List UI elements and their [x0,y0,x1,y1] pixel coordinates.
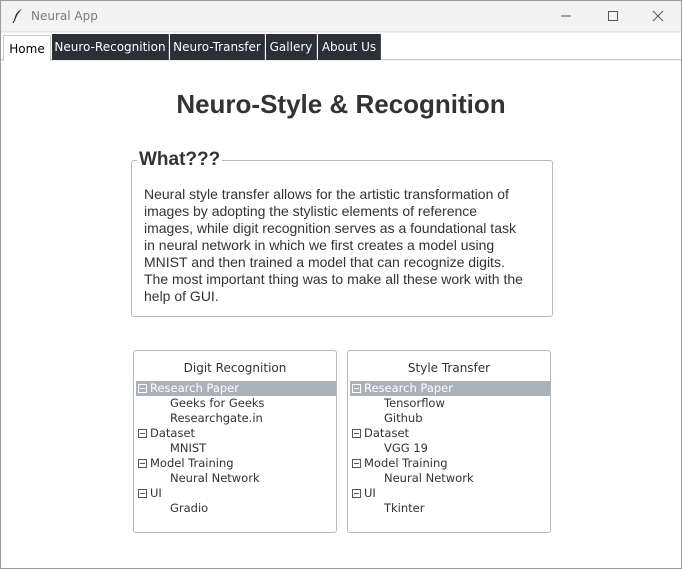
description-line: MNIST and then trained a model that can … [144,254,505,270]
collapse-icon[interactable] [138,459,147,468]
page-title: Neuro-Style & Recognition [176,89,506,119]
tree-leaf[interactable]: Researchgate.in [136,411,336,426]
description-line: Neural style transfer allows for the art… [144,186,509,202]
tree-node-label: Research Paper [150,381,239,395]
tree-node-dataset[interactable]: Dataset [136,426,336,441]
description-line: help of GUI. [144,288,219,304]
collapse-icon[interactable] [352,489,361,498]
description-line: in neural network in which we first crea… [144,237,495,253]
tree-leaf-label: Geeks for Geeks [170,396,265,410]
tree-node-dataset[interactable]: Dataset [350,426,550,441]
style-panel-title: Style Transfer [407,361,491,375]
tree-node-research-paper[interactable]: Research Paper [136,381,336,396]
feather-icon [11,8,25,24]
tree-node-model-training[interactable]: Model Training [136,456,336,471]
home-page: Neuro-Style & Recognition What??? Neural… [1,61,681,568]
tab-home[interactable]: Home [3,35,51,61]
tree-leaf-label: Neural Network [170,471,260,485]
tab-bar: Home Neuro-Recognition Neuro-Transfer Ga… [1,33,681,61]
tree-node-label: Research Paper [364,381,453,395]
what-heading: What??? [137,149,223,171]
style-tree[interactable]: Research Paper Tensorflow Github Dataset… [350,381,550,516]
close-icon [652,10,664,22]
tree-node-model-training[interactable]: Model Training [350,456,550,471]
tab-about-us[interactable]: About Us [318,34,381,60]
tab-neuro-transfer[interactable]: Neuro-Transfer [170,34,265,60]
tree-leaf[interactable]: Geeks for Geeks [136,396,336,411]
tree-leaf-label: Neural Network [384,471,474,485]
tree-leaf-label: Tkinter [384,501,425,515]
tree-leaf-label: Gradio [170,501,209,515]
collapse-icon[interactable] [352,384,361,393]
description-line: The most important thing was to make all… [144,271,523,287]
tree-node-label: Model Training [364,456,448,470]
tree-leaf[interactable]: MNIST [136,441,336,456]
tab-neuro-recognition[interactable]: Neuro-Recognition [52,34,169,60]
tree-leaf[interactable]: Tkinter [350,501,550,516]
maximize-icon [608,11,618,21]
collapse-icon[interactable] [138,429,147,438]
tree-node-label: UI [364,486,376,500]
tree-leaf-label: MNIST [170,441,207,455]
tree-node-ui[interactable]: UI [350,486,550,501]
tab-gallery[interactable]: Gallery [266,34,317,60]
collapse-icon[interactable] [138,489,147,498]
tree-node-label: Dataset [150,426,196,440]
tree-leaf[interactable]: Github [350,411,550,426]
tree-leaf[interactable]: Neural Network [350,471,550,486]
title-bar[interactable]: Neural App [1,1,681,32]
close-button[interactable] [635,1,681,32]
minimize-icon [561,15,571,17]
collapse-icon[interactable] [138,384,147,393]
digit-tree[interactable]: Research Paper Geeks for Geeks Researchg… [136,381,336,516]
description-line: images by adopting the stylistic element… [144,203,478,219]
tree-node-ui[interactable]: UI [136,486,336,501]
tree-node-label: Dataset [364,426,410,440]
digit-recognition-panel: Digit Recognition Research Paper Geeks f… [133,350,337,533]
style-transfer-panel: Style Transfer Research Paper Tensorflow… [347,350,551,533]
tree-leaf[interactable]: Neural Network [136,471,336,486]
collapse-icon[interactable] [352,459,361,468]
tree-node-label: UI [150,486,162,500]
tree-leaf[interactable]: Tensorflow [350,396,550,411]
tree-node-label: Model Training [150,456,234,470]
tree-leaf-label: Tensorflow [384,396,445,410]
minimize-button[interactable] [543,1,589,32]
tree-leaf-label: Github [384,411,423,425]
maximize-button[interactable] [590,1,636,32]
app-window: Neural App Home Neuro-Recognition Neuro-… [0,0,682,569]
tree-leaf-label: Researchgate.in [170,411,263,425]
collapse-icon[interactable] [352,429,361,438]
description-text: Neural style transfer allows for the art… [144,186,546,305]
digit-panel-title: Digit Recognition [183,361,287,375]
description-line: images, while digit recognition serves a… [144,220,516,236]
tree-node-research-paper[interactable]: Research Paper [350,381,550,396]
tree-leaf[interactable]: VGG 19 [350,441,550,456]
window-title: Neural App [31,9,98,23]
tree-leaf-label: VGG 19 [384,441,428,455]
tree-leaf[interactable]: Gradio [136,501,336,516]
